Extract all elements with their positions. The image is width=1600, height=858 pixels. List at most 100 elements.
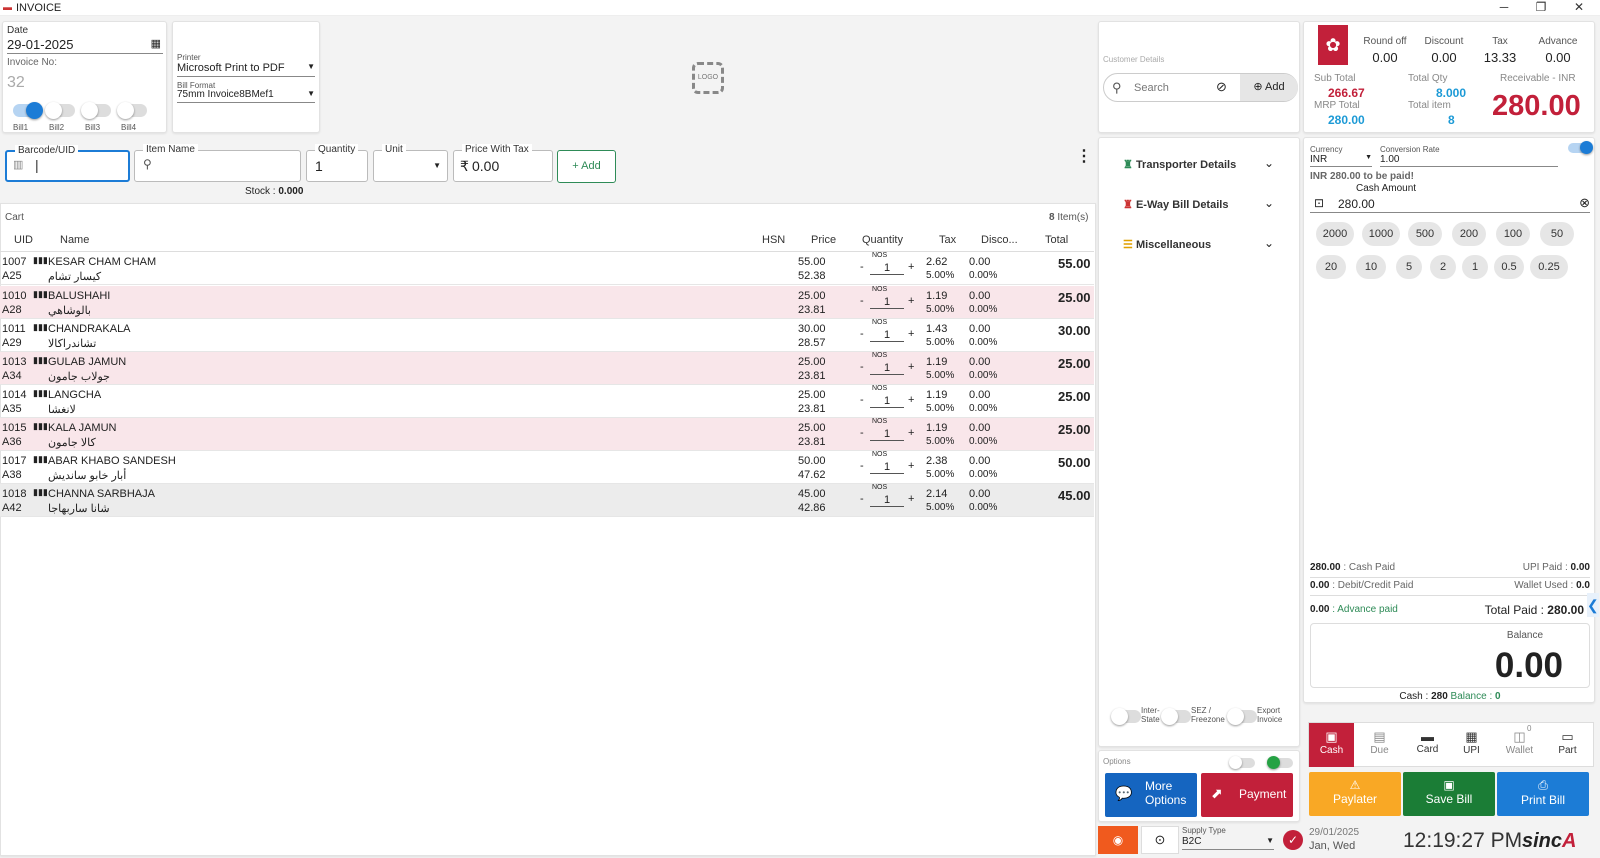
qty-plus-button[interactable]: +	[908, 361, 914, 373]
price-field[interactable]: Price With Tax ₹ 0.00	[453, 144, 553, 182]
denom-5[interactable]: 5	[1396, 255, 1422, 279]
clear-icon[interactable]: ⊗	[1579, 195, 1590, 211]
denom-500[interactable]: 500	[1408, 222, 1442, 246]
quantity-field[interactable]: Quantity 1	[306, 144, 368, 182]
qty-plus-button[interactable]: +	[908, 493, 914, 505]
more-vert-icon[interactable]: ⋮	[1076, 146, 1092, 166]
qty-minus-button[interactable]: -	[860, 261, 864, 273]
qty-minus-button[interactable]: -	[860, 427, 864, 439]
qty-value[interactable]: 1	[870, 461, 904, 474]
calendar-icon[interactable]: ▦	[151, 37, 161, 50]
denom-10[interactable]: 10	[1356, 255, 1386, 279]
table-row[interactable]: 1007 A25 ▮▮▮ KESAR CHAM CHAM كيسار تشام …	[0, 252, 1094, 285]
denom-50[interactable]: 50	[1540, 222, 1574, 246]
close-icon[interactable]: ✕	[1569, 0, 1589, 14]
export-toggle[interactable]	[1227, 708, 1257, 725]
qty-plus-button[interactable]: +	[908, 328, 914, 340]
inter-state-toggle[interactable]	[1111, 708, 1141, 725]
qty-minus-button[interactable]: -	[860, 328, 864, 340]
qty-plus-button[interactable]: +	[908, 427, 914, 439]
qty-value[interactable]: 1	[870, 296, 904, 309]
qty-value[interactable]: 1	[870, 329, 904, 342]
save-bill-button[interactable]: ▣ Save Bill	[1403, 772, 1495, 816]
col-price[interactable]: Price	[811, 234, 836, 246]
add-customer-button[interactable]: ⊕ Add	[1240, 74, 1298, 101]
denom-2[interactable]: 2	[1430, 255, 1456, 279]
denom-0-25[interactable]: 0.25	[1530, 255, 1568, 279]
add-item-button[interactable]: + Add	[557, 150, 616, 183]
table-row[interactable]: 1011 A29 ▮▮▮ CHANDRAKALA تشاندراكالا 30.…	[0, 319, 1094, 352]
settings-icon[interactable]: ⊙	[1141, 826, 1179, 854]
denom-2000[interactable]: 2000	[1316, 222, 1354, 246]
currency-select[interactable]: INR ▼	[1310, 154, 1372, 167]
bill4-toggle[interactable]	[117, 102, 147, 119]
qty-minus-button[interactable]: -	[860, 394, 864, 406]
table-row[interactable]: 1013 A34 ▮▮▮ GULAB JAMUN جولاب جامون 25.…	[0, 352, 1094, 385]
table-row[interactable]: 1018 A42 ▮▮▮ CHANNA SARBHAJA شانا ساربها…	[0, 484, 1094, 517]
denom-1000[interactable]: 1000	[1362, 222, 1400, 246]
qty-plus-button[interactable]: +	[908, 460, 914, 472]
qty-minus-button[interactable]: -	[860, 295, 864, 307]
qty-plus-button[interactable]: +	[908, 295, 914, 307]
denom-200[interactable]: 200	[1452, 222, 1486, 246]
restore-icon[interactable]: ❐	[1531, 0, 1551, 14]
qty-value[interactable]: 1	[870, 428, 904, 441]
chevron-down-icon[interactable]: ⌄	[1264, 156, 1274, 170]
printer-select[interactable]: Microsoft Print to PDF ▼	[177, 62, 315, 77]
col-uid[interactable]: UID	[14, 234, 33, 246]
unit-select[interactable]: Unit ▼	[373, 144, 448, 182]
qty-plus-button[interactable]: +	[908, 394, 914, 406]
minimize-icon[interactable]: ─	[1494, 0, 1514, 14]
print-toggle[interactable]	[1229, 756, 1255, 769]
more-options-button[interactable]: 💬 More Options	[1105, 773, 1197, 817]
col-tax[interactable]: Tax	[939, 234, 956, 246]
payment-button[interactable]: ⬈ Payment	[1201, 773, 1293, 817]
paylater-button[interactable]: ⚠ Paylater	[1309, 772, 1401, 816]
col-quantity[interactable]: Quantity	[862, 234, 903, 246]
whatsapp-toggle[interactable]	[1267, 756, 1293, 769]
date-field[interactable]: 29-01-2025 ▦	[7, 37, 163, 54]
qty-value[interactable]: 1	[870, 395, 904, 408]
due-method[interactable]: ▤ Due	[1357, 723, 1402, 767]
table-row[interactable]: 1015 A36 ▮▮▮ KALA JAMUN كالا جامون 25.00…	[0, 418, 1094, 451]
alert-icon[interactable]: ◉	[1098, 826, 1138, 854]
item-name-field[interactable]: Item Name ⚲	[134, 144, 301, 182]
bill-format-select[interactable]: 75mm Invoice8BMef1 ▼	[177, 89, 315, 103]
chevron-down-icon[interactable]: ⌄	[1264, 196, 1274, 210]
col-name[interactable]: Name	[60, 234, 89, 246]
cash-amount-field[interactable]: ⊡ 280.00 ⊗	[1310, 195, 1590, 213]
sez-toggle[interactable]	[1161, 708, 1191, 725]
bill2-toggle[interactable]	[45, 102, 75, 119]
card-method[interactable]: ▬ Card	[1405, 723, 1450, 767]
col-total[interactable]: Total	[1045, 234, 1068, 246]
customer-search[interactable]: ⚲ Search ⊘ ⊕ Add	[1103, 73, 1298, 102]
barcode-field[interactable]: Barcode/UID ▥ |	[5, 145, 130, 182]
qty-minus-button[interactable]: -	[860, 493, 864, 505]
print-bill-button[interactable]: ⎙ Print Bill	[1497, 772, 1589, 816]
denom-0-5[interactable]: 0.5	[1494, 255, 1524, 279]
denom-1[interactable]: 1	[1462, 255, 1488, 279]
bill3-toggle[interactable]	[81, 102, 111, 119]
logo-placeholder[interactable]: LOGO	[692, 62, 724, 94]
col-hsn[interactable]: HSN	[762, 234, 785, 246]
check-icon[interactable]: ✓	[1283, 830, 1303, 850]
denom-20[interactable]: 20	[1316, 255, 1346, 279]
part-method[interactable]: ▭ Part	[1545, 723, 1590, 767]
wallet-method[interactable]: ◫ Wallet 0	[1497, 723, 1542, 767]
currency-toggle[interactable]	[1568, 141, 1593, 154]
eway-bill-details[interactable]: ♜ E-Way Bill Details	[1123, 198, 1228, 211]
qty-plus-button[interactable]: +	[908, 261, 914, 273]
col-discount[interactable]: Disco...	[981, 234, 1018, 246]
qty-minus-button[interactable]: -	[860, 460, 864, 472]
qty-value[interactable]: 1	[870, 262, 904, 275]
conversion-rate-field[interactable]: 1.00	[1380, 154, 1558, 167]
chevron-down-icon[interactable]: ⌄	[1264, 236, 1274, 250]
transporter-details[interactable]: ♜ Transporter Details	[1123, 158, 1236, 171]
invoice-no[interactable]: 32	[7, 74, 25, 92]
clear-icon[interactable]: ⊘	[1216, 79, 1227, 95]
qty-minus-button[interactable]: -	[860, 361, 864, 373]
supply-type-select[interactable]: B2C ▼	[1182, 836, 1274, 850]
collapse-panel-icon[interactable]: ❮	[1587, 593, 1599, 617]
upi-method[interactable]: ▦ UPI	[1449, 723, 1494, 767]
table-row[interactable]: 1017 A38 ▮▮▮ ABAR KHABO SANDESH أبار خاب…	[0, 451, 1094, 484]
